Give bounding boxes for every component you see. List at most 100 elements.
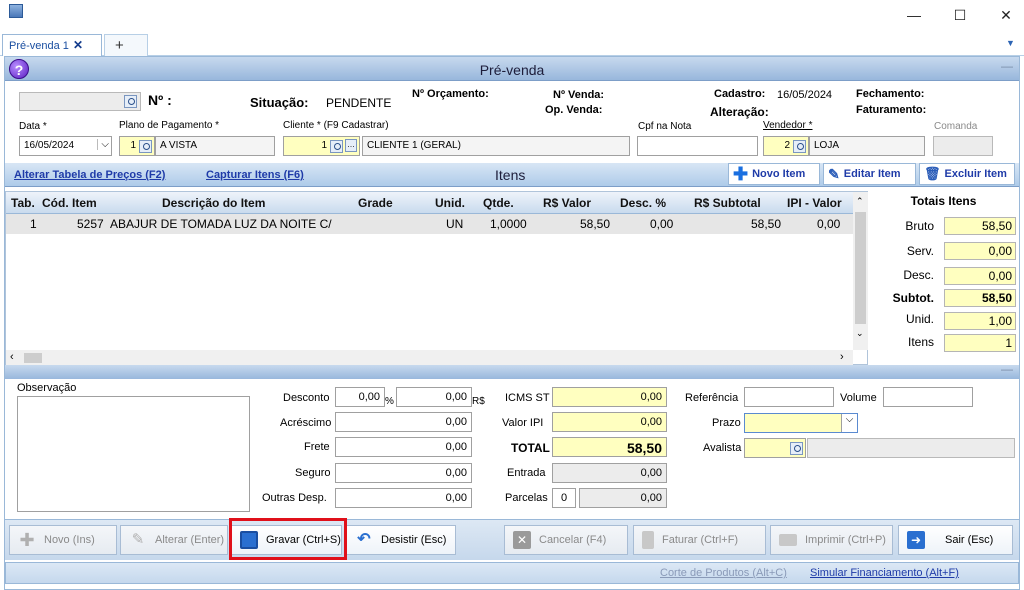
parcelas-count-input[interactable]: 0 bbox=[552, 488, 576, 508]
outras-input[interactable]: 0,00 bbox=[335, 488, 472, 508]
items-grid[interactable]: Tab. Cód. Item Descrição do Item Grade U… bbox=[5, 191, 868, 365]
alterar-button[interactable]: ✎ Alterar (Enter) bbox=[120, 525, 228, 555]
total-label: TOTAL bbox=[511, 441, 550, 455]
desconto-value-input[interactable]: 0,00 bbox=[396, 387, 472, 407]
plano-code-input[interactable]: 1 bbox=[119, 136, 155, 156]
table-row[interactable]: 1 5257 ABAJUR DE TOMADA LUZ DA NOITE C/ … bbox=[6, 214, 853, 234]
imprimir-label: Imprimir (Ctrl+P) bbox=[805, 534, 886, 546]
imprimir-button[interactable]: Imprimir (Ctrl+P) bbox=[770, 525, 893, 555]
alterar-tabela-link[interactable]: Alterar Tabela de Preços (F2) bbox=[14, 169, 165, 181]
serv-value: 0,00 bbox=[944, 242, 1016, 260]
totais-title: Totais Itens bbox=[910, 194, 977, 208]
cancelar-label: Cancelar (F4) bbox=[539, 534, 607, 546]
close-tab-icon[interactable]: ✕ bbox=[73, 38, 83, 52]
novo-item-button[interactable]: ✚ Novo Item bbox=[728, 163, 820, 185]
referencia-input[interactable] bbox=[744, 387, 834, 407]
plano-code: 1 bbox=[130, 140, 136, 151]
col-subtotal[interactable]: R$ Subtotal bbox=[694, 196, 761, 210]
search-icon[interactable] bbox=[124, 95, 137, 108]
col-tab[interactable]: Tab. bbox=[11, 196, 35, 210]
pct-sign: % bbox=[385, 396, 394, 407]
minimize-button[interactable]: — bbox=[891, 0, 937, 30]
cadastro-label: Cadastro: bbox=[714, 88, 766, 100]
icms-input[interactable]: 0,00 bbox=[552, 387, 667, 407]
add-tab-button[interactable]: + bbox=[104, 34, 148, 56]
tab-label: Pré-venda 1 bbox=[9, 40, 69, 52]
col-qtde[interactable]: Qtde. bbox=[483, 196, 514, 210]
cpf-label: Cpf na Nota bbox=[638, 121, 692, 132]
help-icon[interactable]: ? bbox=[9, 59, 29, 79]
sair-button[interactable]: ➜ Sair (Esc) bbox=[898, 525, 1013, 555]
col-ipi[interactable]: IPI - Valor bbox=[787, 196, 842, 210]
simular-financiamento-link[interactable]: Simular Financiamento (Alt+F) bbox=[810, 567, 959, 579]
faturar-button[interactable]: Faturar (Ctrl+F) bbox=[633, 525, 766, 555]
col-cod-item[interactable]: Cód. Item bbox=[42, 196, 97, 210]
cancel-icon: ✕ bbox=[513, 531, 531, 549]
capturar-itens-link[interactable]: Capturar Itens (F6) bbox=[206, 169, 304, 181]
desconto-pct-input[interactable]: 0,00 bbox=[335, 387, 385, 407]
cell-desc: 0,00 bbox=[650, 217, 674, 231]
novo-button[interactable]: ✚ Novo (Ins) bbox=[9, 525, 117, 555]
frete-input[interactable]: 0,00 bbox=[335, 437, 472, 457]
chevron-down-icon[interactable]: ⌵ bbox=[841, 414, 857, 432]
cliente-code-input[interactable]: 1… bbox=[283, 136, 360, 156]
ellipsis-icon[interactable]: … bbox=[345, 139, 357, 152]
vendedor-code-input[interactable]: 2 bbox=[763, 136, 809, 156]
prazo-select[interactable]: ⌵ bbox=[744, 413, 858, 433]
search-icon[interactable] bbox=[793, 140, 806, 153]
corte-produtos-link[interactable]: Corte de Produtos (Alt+C) bbox=[660, 567, 787, 579]
horizontal-scrollbar[interactable]: ‹ › bbox=[6, 350, 853, 365]
tab-menu-icon[interactable]: ▼ bbox=[1006, 38, 1018, 50]
collapse-icon[interactable]: — bbox=[1001, 59, 1013, 73]
itens-label: Itens bbox=[907, 335, 934, 349]
acrescimo-input[interactable]: 0,00 bbox=[335, 412, 472, 432]
ipi-input[interactable]: 0,00 bbox=[552, 412, 667, 432]
exit-icon: ➜ bbox=[907, 531, 925, 549]
scroll-left-icon[interactable]: ‹ bbox=[10, 351, 14, 363]
rs-sign: R$ bbox=[472, 396, 485, 407]
cpf-input[interactable] bbox=[637, 136, 758, 156]
situacao-value: PENDENTE bbox=[326, 96, 392, 110]
cancelar-button[interactable]: ✕ Cancelar (F4) bbox=[504, 525, 628, 555]
numero-field[interactable] bbox=[19, 92, 141, 111]
close-window-button[interactable]: ✕ bbox=[983, 0, 1024, 30]
search-icon[interactable] bbox=[330, 140, 343, 153]
scroll-up-icon[interactable]: ⌃ bbox=[856, 196, 864, 207]
maximize-button[interactable]: ☐ bbox=[937, 0, 983, 30]
cell-ipi: 0,00 bbox=[817, 217, 841, 231]
bruto-value: 58,50 bbox=[944, 217, 1016, 235]
search-icon[interactable] bbox=[790, 442, 803, 455]
col-unid[interactable]: Unid. bbox=[435, 196, 465, 210]
desistir-button[interactable]: ↶ Desistir (Esc) bbox=[346, 525, 456, 555]
cell-tab: 1 bbox=[30, 217, 37, 231]
col-desc[interactable]: Desc. % bbox=[620, 196, 666, 210]
col-grade[interactable]: Grade bbox=[358, 196, 393, 210]
entrada-input[interactable]: 0,00 bbox=[552, 463, 667, 483]
col-valor[interactable]: R$ Valor bbox=[543, 196, 591, 210]
seguro-input[interactable]: 0,00 bbox=[335, 463, 472, 483]
volume-input[interactable] bbox=[883, 387, 973, 407]
scroll-thumb[interactable] bbox=[855, 212, 866, 324]
tab-pre-venda-1[interactable]: Pré-venda 1 ✕ bbox=[2, 34, 102, 56]
vertical-scrollbar[interactable]: ⌃ ⌄ bbox=[853, 192, 868, 350]
chevron-down-icon[interactable]: ⌵ bbox=[97, 139, 109, 150]
alterar-label: Alterar (Enter) bbox=[155, 534, 225, 546]
col-descricao[interactable]: Descrição do Item bbox=[162, 196, 265, 210]
cliente-code: 1 bbox=[321, 140, 327, 151]
hscroll-thumb[interactable] bbox=[24, 353, 42, 363]
comanda-input[interactable] bbox=[933, 136, 993, 156]
editar-item-button[interactable]: ✎ Editar Item bbox=[823, 163, 916, 185]
vendedor-label[interactable]: Vendedor * bbox=[763, 120, 813, 131]
collapse-icon[interactable]: — bbox=[1001, 362, 1013, 376]
cliente-label: Cliente * (F9 Cadastrar) bbox=[283, 120, 389, 131]
observacao-textarea[interactable] bbox=[17, 396, 250, 512]
scroll-down-icon[interactable]: ⌄ bbox=[856, 328, 864, 339]
numero-label: Nº : bbox=[148, 92, 172, 108]
excluir-item-button[interactable]: 🗑 Excluir Item bbox=[919, 163, 1015, 185]
pencil-icon: ✎ bbox=[828, 165, 840, 182]
data-input[interactable]: 16/05/2024 ⌵ bbox=[19, 136, 112, 156]
search-icon[interactable] bbox=[139, 140, 152, 153]
undo-icon: ↶ bbox=[357, 531, 371, 548]
avalista-code-input[interactable] bbox=[744, 438, 806, 458]
scroll-right-icon[interactable]: › bbox=[840, 351, 844, 363]
